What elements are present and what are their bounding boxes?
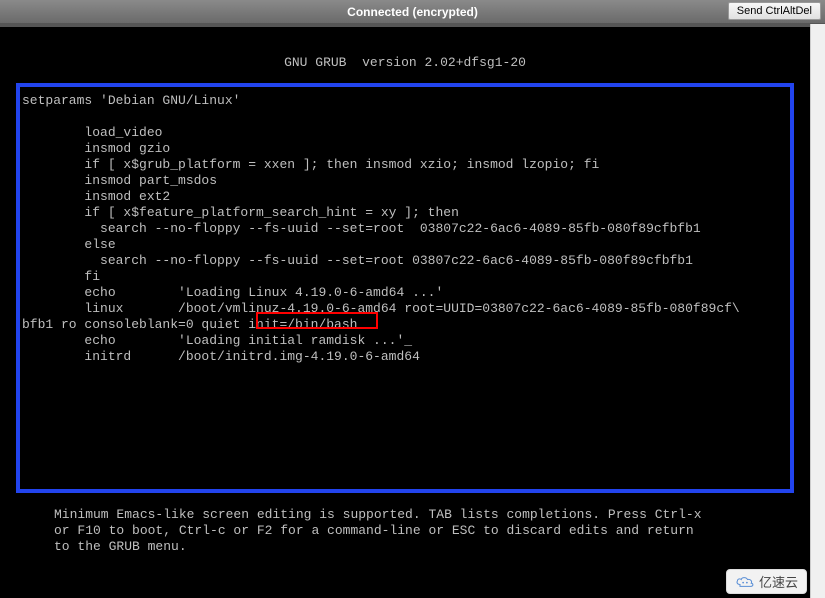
grub-edit-box[interactable]: setparams 'Debian GNU/Linux' load_video …: [16, 83, 794, 493]
connection-status: Connected (encrypted): [347, 5, 478, 19]
grub-line[interactable]: if [ x$grub_platform = xxen ]; then insm…: [22, 157, 788, 173]
watermark-badge: 亿速云: [726, 569, 807, 594]
grub-line[interactable]: echo 'Loading Linux 4.19.0-6-amd64 ...': [22, 285, 788, 301]
cloud-icon: [735, 575, 755, 589]
grub-line[interactable]: search --no-floppy --fs-uuid --set=root …: [22, 253, 788, 269]
grub-line[interactable]: load_video: [22, 125, 788, 141]
grub-footer-help: Minimum Emacs-like screen editing is sup…: [54, 507, 802, 555]
grub-line[interactable]: echo 'Loading initial ramdisk ...'_: [22, 333, 788, 349]
grub-line[interactable]: search --no-floppy --fs-uuid --set=root …: [22, 221, 788, 237]
grub-line[interactable]: else: [22, 237, 788, 253]
grub-line[interactable]: fi: [22, 269, 788, 285]
grub-line[interactable]: bfb1 ro consoleblank=0 quiet init=/bin/b…: [22, 317, 788, 333]
grub-line[interactable]: setparams 'Debian GNU/Linux': [22, 93, 788, 109]
vertical-scrollbar[interactable]: [810, 24, 825, 598]
grub-line[interactable]: insmod gzio: [22, 141, 788, 157]
grub-script-content[interactable]: setparams 'Debian GNU/Linux' load_video …: [22, 93, 788, 365]
grub-line[interactable]: if [ x$feature_platform_search_hint = xy…: [22, 205, 788, 221]
grub-line[interactable]: insmod ext2: [22, 189, 788, 205]
terminal-screen[interactable]: GNU GRUB version 2.02+dfsg1-20 setparams…: [0, 24, 810, 598]
send-ctrlaltdel-button[interactable]: Send CtrlAltDel: [728, 2, 821, 20]
grub-line[interactable]: [22, 109, 788, 125]
watermark-text: 亿速云: [759, 572, 798, 591]
grub-line[interactable]: initrd /boot/initrd.img-4.19.0-6-amd64: [22, 349, 788, 365]
grub-header: GNU GRUB version 2.02+dfsg1-20: [8, 55, 802, 71]
vnc-titlebar: Connected (encrypted) Send CtrlAltDel: [0, 0, 825, 24]
grub-line[interactable]: insmod part_msdos: [22, 173, 788, 189]
grub-line[interactable]: linux /boot/vmlinuz-4.19.0-6-amd64 root=…: [22, 301, 788, 317]
